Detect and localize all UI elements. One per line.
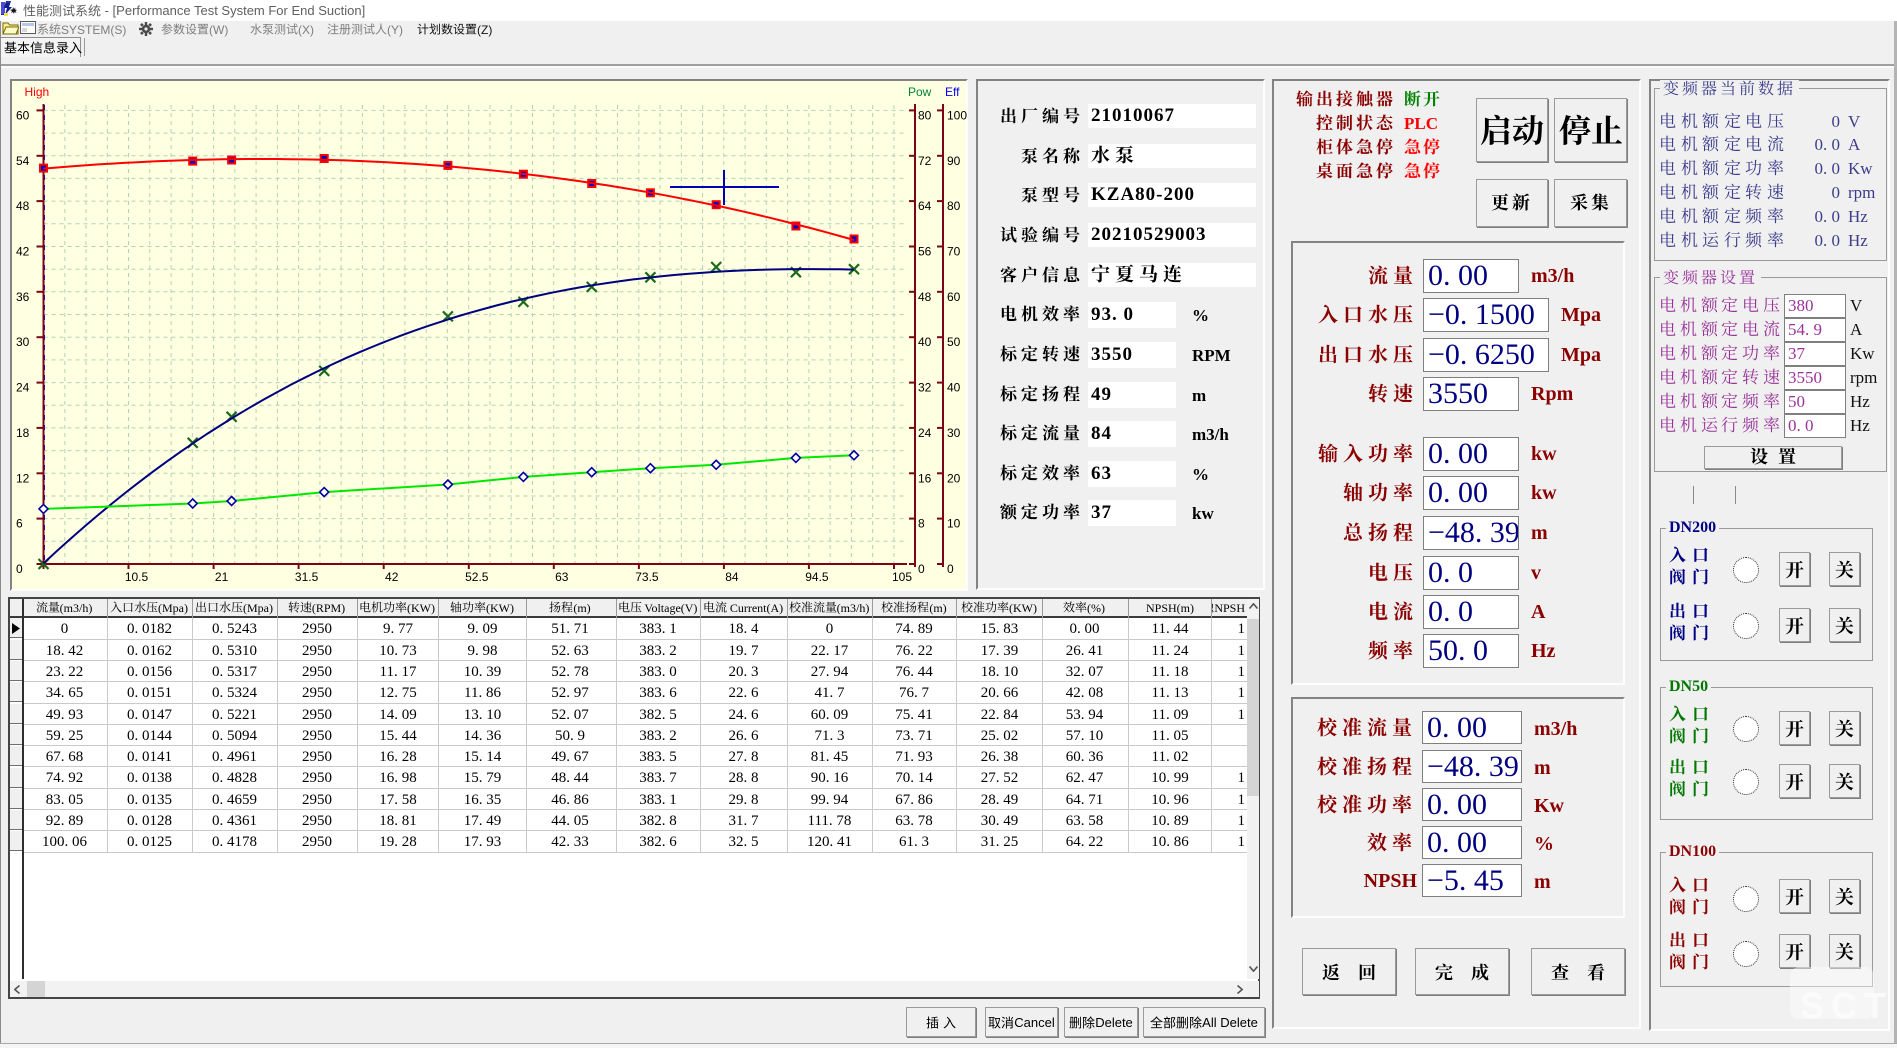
svg-text:48: 48 xyxy=(16,199,30,213)
svg-text:48: 48 xyxy=(918,290,932,304)
svg-text:94.5: 94.5 xyxy=(805,570,829,584)
svg-text:Eff: Eff xyxy=(945,85,960,99)
svg-text:High: High xyxy=(25,85,50,99)
svg-text:30: 30 xyxy=(947,426,961,440)
svg-text:63: 63 xyxy=(555,570,569,584)
svg-text:70: 70 xyxy=(947,245,961,259)
svg-text:16: 16 xyxy=(918,471,932,485)
svg-text:12: 12 xyxy=(16,471,30,485)
svg-text:24: 24 xyxy=(16,381,30,395)
svg-text:0: 0 xyxy=(16,562,23,576)
svg-text:73.5: 73.5 xyxy=(635,570,659,584)
svg-text:60: 60 xyxy=(947,290,961,304)
svg-text:40: 40 xyxy=(918,335,932,349)
svg-text:0: 0 xyxy=(918,562,925,576)
svg-text:105: 105 xyxy=(892,570,912,584)
svg-text:10.5: 10.5 xyxy=(125,570,149,584)
svg-text:56: 56 xyxy=(918,245,932,259)
svg-text:24: 24 xyxy=(918,426,932,440)
svg-text:42: 42 xyxy=(16,245,30,259)
svg-text:60: 60 xyxy=(16,108,30,122)
svg-text:54: 54 xyxy=(16,154,30,168)
svg-text:30: 30 xyxy=(16,335,30,349)
svg-text:10: 10 xyxy=(947,517,961,531)
svg-text:84: 84 xyxy=(725,570,739,584)
svg-text:0: 0 xyxy=(947,562,954,576)
svg-text:52.5: 52.5 xyxy=(465,570,489,584)
svg-text:31.5: 31.5 xyxy=(295,570,319,584)
svg-text:100: 100 xyxy=(947,108,967,122)
svg-text:90: 90 xyxy=(947,154,961,168)
svg-text:72: 72 xyxy=(918,154,932,168)
svg-text:6: 6 xyxy=(16,517,23,531)
svg-text:42: 42 xyxy=(385,570,399,584)
svg-text:64: 64 xyxy=(918,199,932,213)
svg-text:32: 32 xyxy=(918,381,932,395)
svg-text:36: 36 xyxy=(16,290,30,304)
svg-text:8: 8 xyxy=(918,517,925,531)
svg-text:18: 18 xyxy=(16,426,30,440)
svg-text:40: 40 xyxy=(947,381,961,395)
svg-text:Pow: Pow xyxy=(908,85,932,99)
svg-text:80: 80 xyxy=(947,199,961,213)
svg-text:21: 21 xyxy=(215,570,229,584)
svg-text:50: 50 xyxy=(947,335,961,349)
svg-text:20: 20 xyxy=(947,471,961,485)
svg-text:80: 80 xyxy=(918,108,932,122)
